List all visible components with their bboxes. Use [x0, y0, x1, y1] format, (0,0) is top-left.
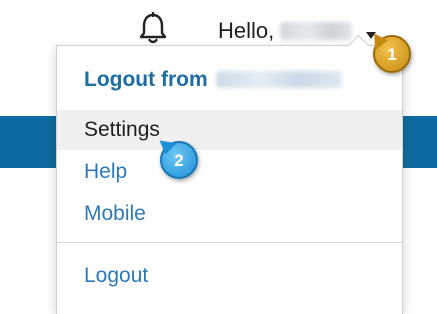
callout-badge-2: 2: [155, 133, 198, 179]
menu-item-logout[interactable]: Logout: [57, 256, 402, 296]
logout-from-header: Logout from: [84, 68, 342, 92]
menu-item-help[interactable]: Help: [57, 152, 402, 192]
menu-item-label: Settings: [84, 118, 160, 141]
menu-item-label: Help: [84, 160, 128, 183]
menu-item-label: Mobile: [84, 202, 146, 225]
logout-from-label: Logout from: [84, 68, 208, 91]
notifications-bell-icon[interactable]: [138, 11, 168, 46]
callout-number: 2: [174, 151, 184, 170]
user-dropdown-menu: Logout from Settings Help Mobile Logout: [56, 34, 403, 314]
greeting-text: Hello,: [218, 18, 275, 43]
menu-item-label: Logout: [84, 264, 149, 287]
callout-badge-1: 1: [366, 29, 411, 73]
menu-divider: [57, 242, 402, 243]
menu-item-mobile[interactable]: Mobile: [57, 194, 402, 234]
callout-number: 1: [387, 45, 397, 64]
menu-item-settings[interactable]: Settings: [57, 110, 402, 150]
user-greeting[interactable]: Hello,: [218, 18, 353, 44]
redacted-full-name: [215, 71, 342, 88]
redacted-username: [280, 22, 353, 40]
